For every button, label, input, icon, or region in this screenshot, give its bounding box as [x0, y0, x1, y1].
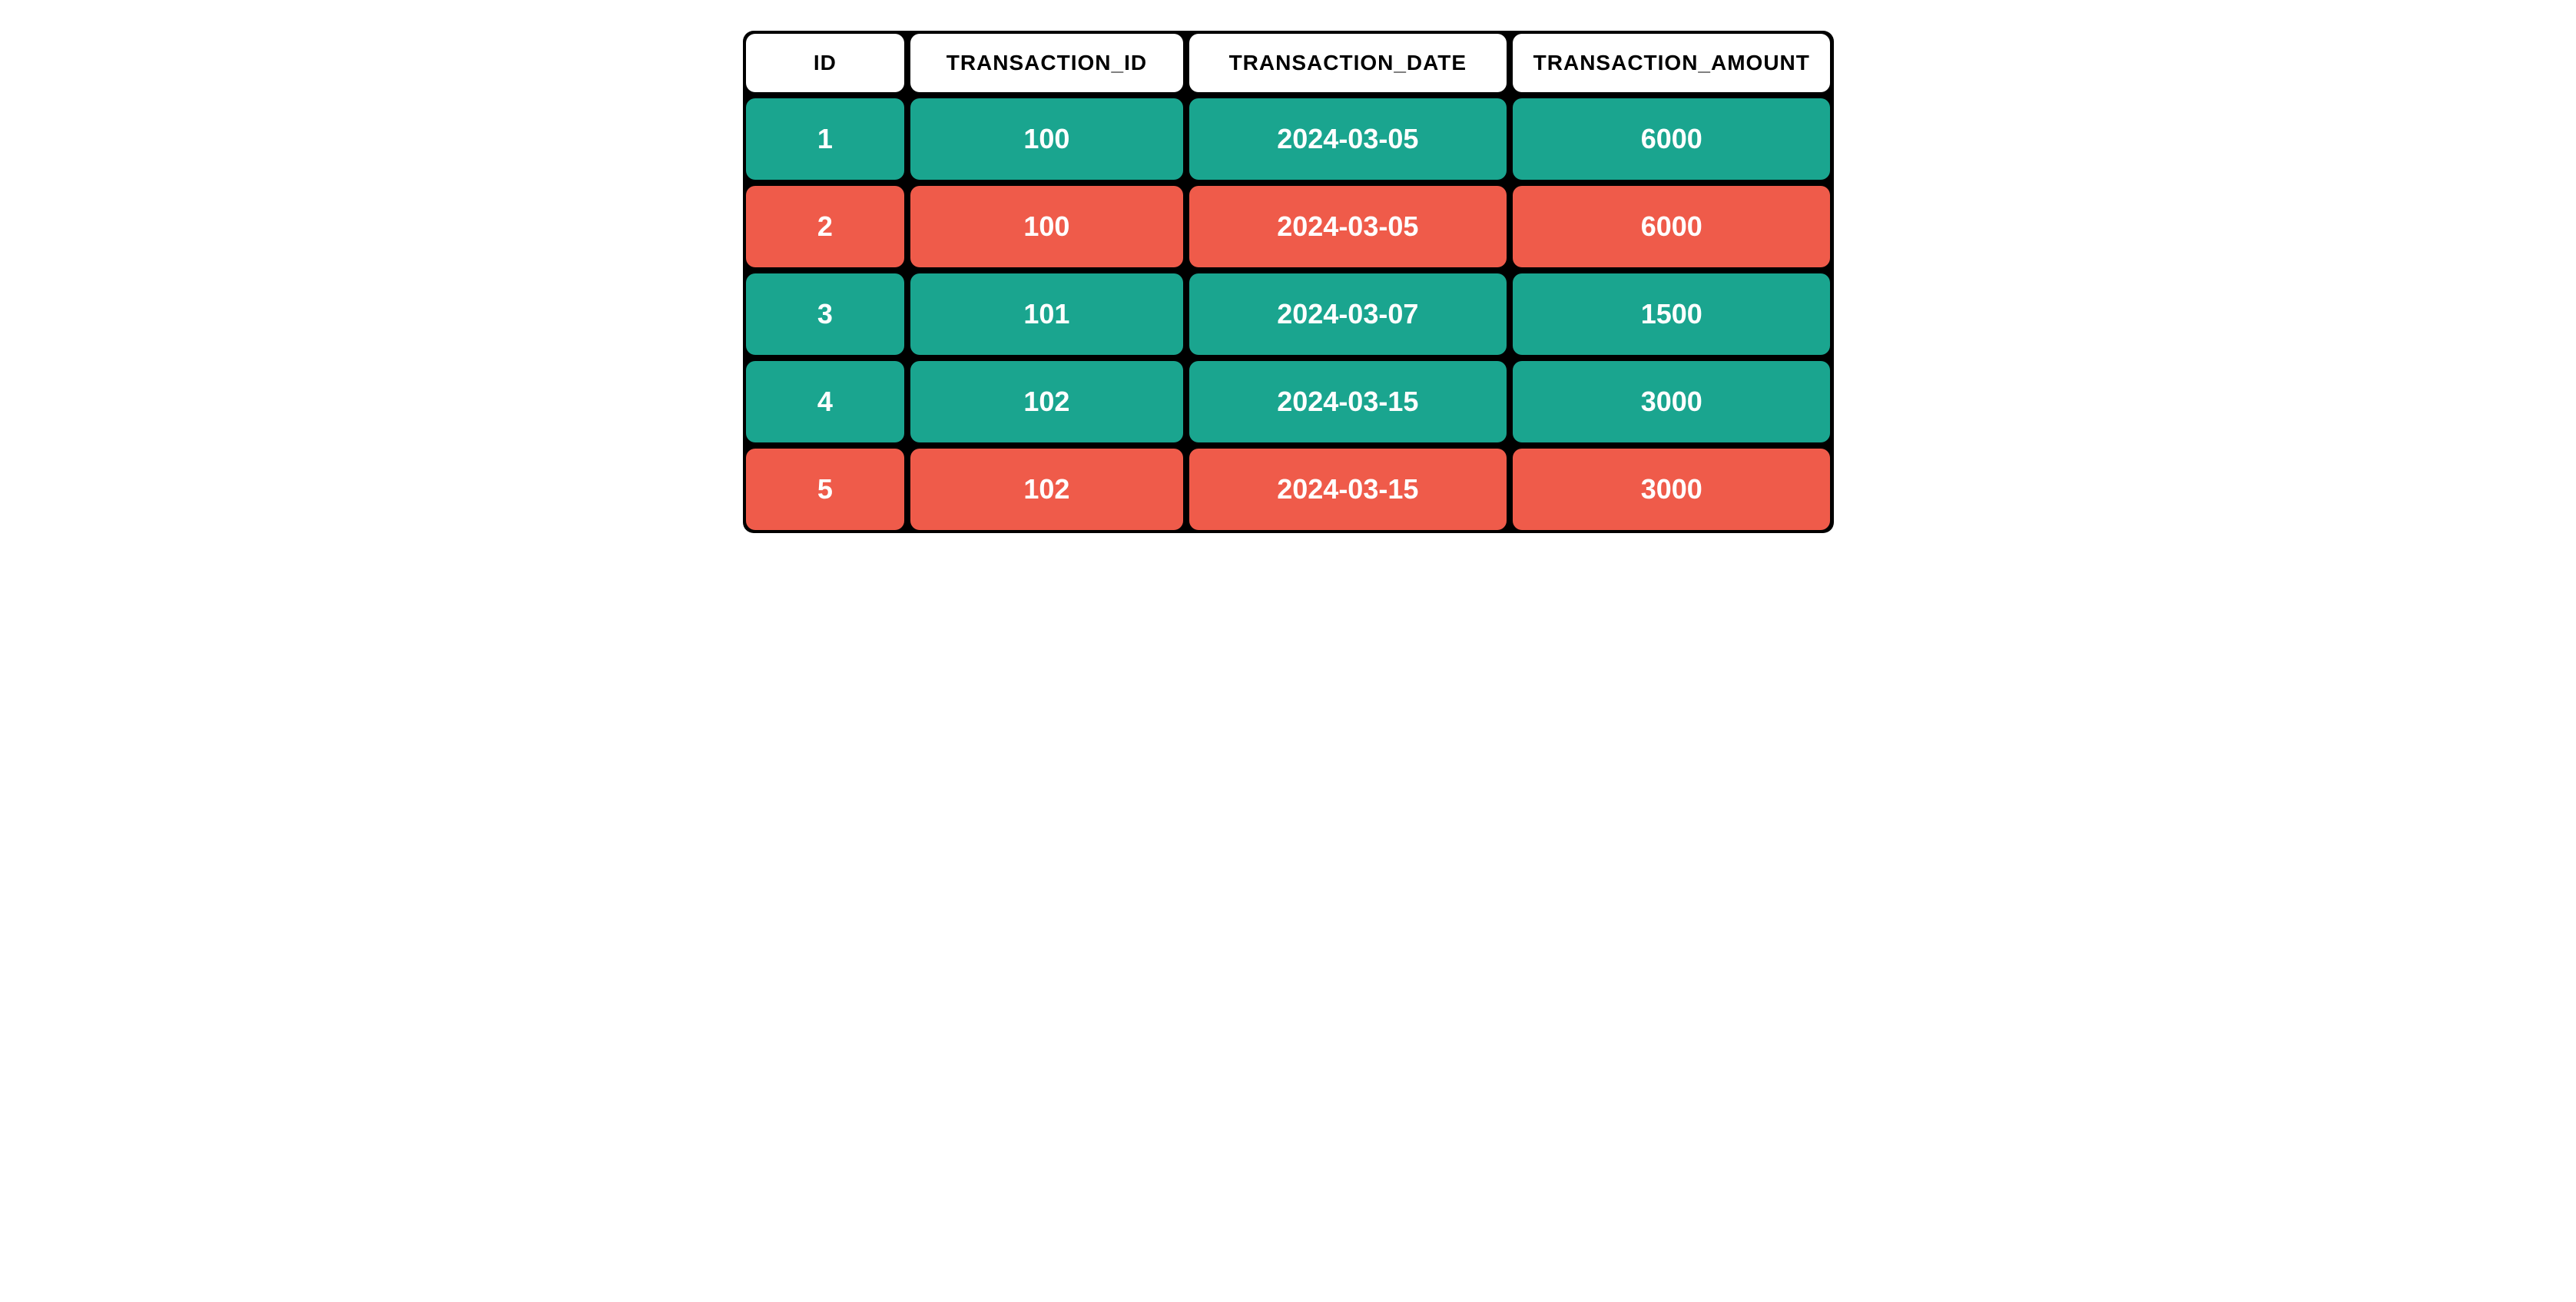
cell-transaction-date: 2024-03-05	[1189, 98, 1507, 180]
cell-transaction-id: 100	[910, 186, 1182, 267]
table-row: 2 100 2024-03-05 6000	[746, 186, 1831, 267]
column-header-transaction-id: TRANSACTION_ID	[910, 34, 1182, 92]
table-grid: ID TRANSACTION_ID TRANSACTION_DATE TRANS…	[743, 31, 1834, 533]
column-header-transaction-date: TRANSACTION_DATE	[1189, 34, 1507, 92]
cell-transaction-date: 2024-03-15	[1189, 449, 1507, 530]
cell-transaction-date: 2024-03-15	[1189, 361, 1507, 442]
transactions-table: ID TRANSACTION_ID TRANSACTION_DATE TRANS…	[743, 31, 1834, 533]
cell-transaction-id: 102	[910, 361, 1182, 442]
cell-transaction-amount: 3000	[1513, 449, 1830, 530]
cell-id: 5	[746, 449, 905, 530]
cell-transaction-amount: 3000	[1513, 361, 1830, 442]
table-row: 3 101 2024-03-07 1500	[746, 273, 1831, 355]
cell-transaction-amount: 1500	[1513, 273, 1830, 355]
cell-transaction-amount: 6000	[1513, 98, 1830, 180]
cell-id: 4	[746, 361, 905, 442]
table-row: 4 102 2024-03-15 3000	[746, 361, 1831, 442]
table-header-row: ID TRANSACTION_ID TRANSACTION_DATE TRANS…	[746, 34, 1831, 92]
column-header-id: ID	[746, 34, 905, 92]
cell-transaction-date: 2024-03-07	[1189, 273, 1507, 355]
cell-transaction-id: 100	[910, 98, 1182, 180]
cell-transaction-date: 2024-03-05	[1189, 186, 1507, 267]
table-row: 5 102 2024-03-15 3000	[746, 449, 1831, 530]
cell-id: 2	[746, 186, 905, 267]
cell-id: 1	[746, 98, 905, 180]
cell-transaction-id: 102	[910, 449, 1182, 530]
table-row: 1 100 2024-03-05 6000	[746, 98, 1831, 180]
cell-id: 3	[746, 273, 905, 355]
cell-transaction-amount: 6000	[1513, 186, 1830, 267]
column-header-transaction-amount: TRANSACTION_AMOUNT	[1513, 34, 1830, 92]
cell-transaction-id: 101	[910, 273, 1182, 355]
